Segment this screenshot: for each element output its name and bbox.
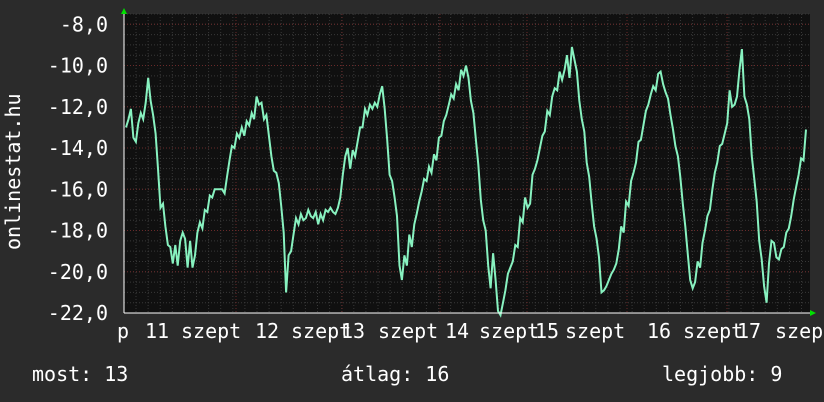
x-tick-label: 12 xyxy=(255,319,279,343)
y-tick-label: -8,0 xyxy=(60,12,108,36)
x-axis-arrow xyxy=(810,310,816,316)
x-tick-label: szept xyxy=(479,319,539,343)
x-tick-label: p xyxy=(117,319,129,343)
y-tick-label: -16,0 xyxy=(48,177,108,201)
x-tick-label: szept xyxy=(378,319,438,343)
x-tick-label: szept xyxy=(683,319,743,343)
y-axis-ticks: -8,0 -10,0 -12,0 -14,0 -16,0 -18,0 -20,0 -22,0 xyxy=(48,12,108,325)
y-tick-label: -22,0 xyxy=(48,301,108,325)
x-tick-label: szept xyxy=(181,319,241,343)
y-axis-arrow xyxy=(121,8,127,14)
x-axis-ticks: p 11 szept 12 szept13 szept 14 szept15 szept 16 sz… xyxy=(117,319,823,343)
x-tick-label: szep xyxy=(775,319,823,343)
x-tick-label: szept xyxy=(565,319,625,343)
x-tick-label: 15 xyxy=(535,319,559,343)
plot-background xyxy=(124,14,810,313)
stat-best: legjobb: 9 xyxy=(662,362,783,386)
x-tick-label: 11 xyxy=(145,319,169,343)
y-tick-label: -10,0 xyxy=(48,54,108,78)
stat-average: átlag: 16 xyxy=(341,362,450,386)
y-tick-label: -12,0 xyxy=(48,95,108,119)
stat-current: most: 13 xyxy=(32,362,129,386)
x-tick-label: 14 xyxy=(445,319,469,343)
line-chart: -8,0-10,0-12,0-14,0-16,0-18,0-20,0-22,0 … xyxy=(1,8,823,343)
x-tick-label: 13 xyxy=(341,319,365,343)
x-tick-label: 17 xyxy=(737,319,761,343)
y-tick-label: -14,0 xyxy=(48,136,108,160)
y-tick-label: -18,0 xyxy=(48,219,108,243)
side-label: onlinestat.hu xyxy=(1,93,25,250)
y-tick-label: -20,0 xyxy=(48,260,108,284)
x-tick-label: 16 xyxy=(647,319,671,343)
